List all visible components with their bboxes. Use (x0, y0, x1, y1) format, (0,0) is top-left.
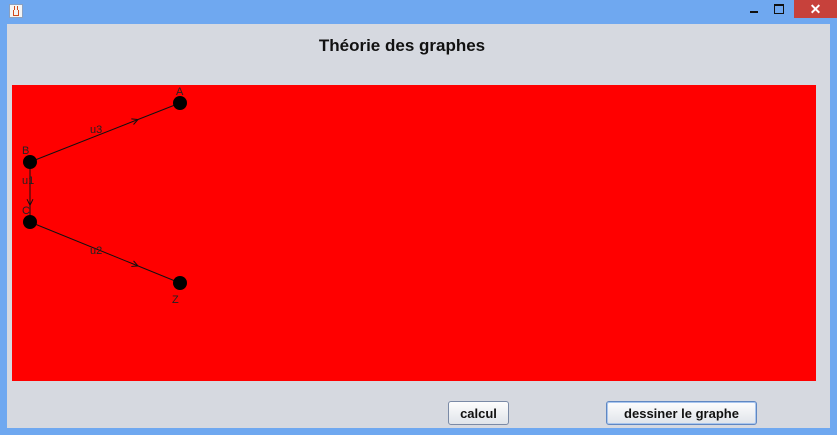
node-B[interactable] (23, 155, 37, 169)
node-label-C: C (22, 205, 30, 217)
edge-label-u1: u1 (22, 175, 34, 187)
edge-label-u3: u3 (90, 124, 102, 136)
calcul-button[interactable]: calcul (448, 401, 509, 425)
node-label-B: B (22, 145, 29, 157)
close-icon: ✕ (809, 0, 822, 17)
maximize-button[interactable] (766, 0, 792, 18)
node-label-Z: Z (172, 294, 179, 306)
node-label-A: A (176, 86, 184, 98)
edge-label-u2: u2 (90, 245, 102, 257)
page-title: Théorie des graphes (318, 36, 486, 55)
title-bar: ✕ (0, 0, 837, 24)
draw-graph-button[interactable]: dessiner le graphe (606, 401, 757, 425)
graph-drawing: u3 u1 u2 A B C Z (22, 86, 187, 306)
node-A[interactable] (173, 96, 187, 110)
minimize-icon (750, 11, 758, 13)
edge-u3 (29, 102, 181, 163)
window-content: Théorie des graphes u3 u1 u2 A B C Z calcul d… (7, 24, 830, 428)
close-button[interactable]: ✕ (794, 0, 837, 18)
maximize-icon (774, 4, 784, 14)
window-border (0, 428, 837, 435)
node-Z[interactable] (173, 276, 187, 290)
edge-u2 (29, 221, 181, 284)
minimize-button[interactable] (742, 0, 766, 18)
graph-canvas[interactable]: u3 u1 u2 A B C Z (12, 85, 816, 381)
java-cup-icon (9, 4, 23, 18)
node-C[interactable] (23, 215, 37, 229)
